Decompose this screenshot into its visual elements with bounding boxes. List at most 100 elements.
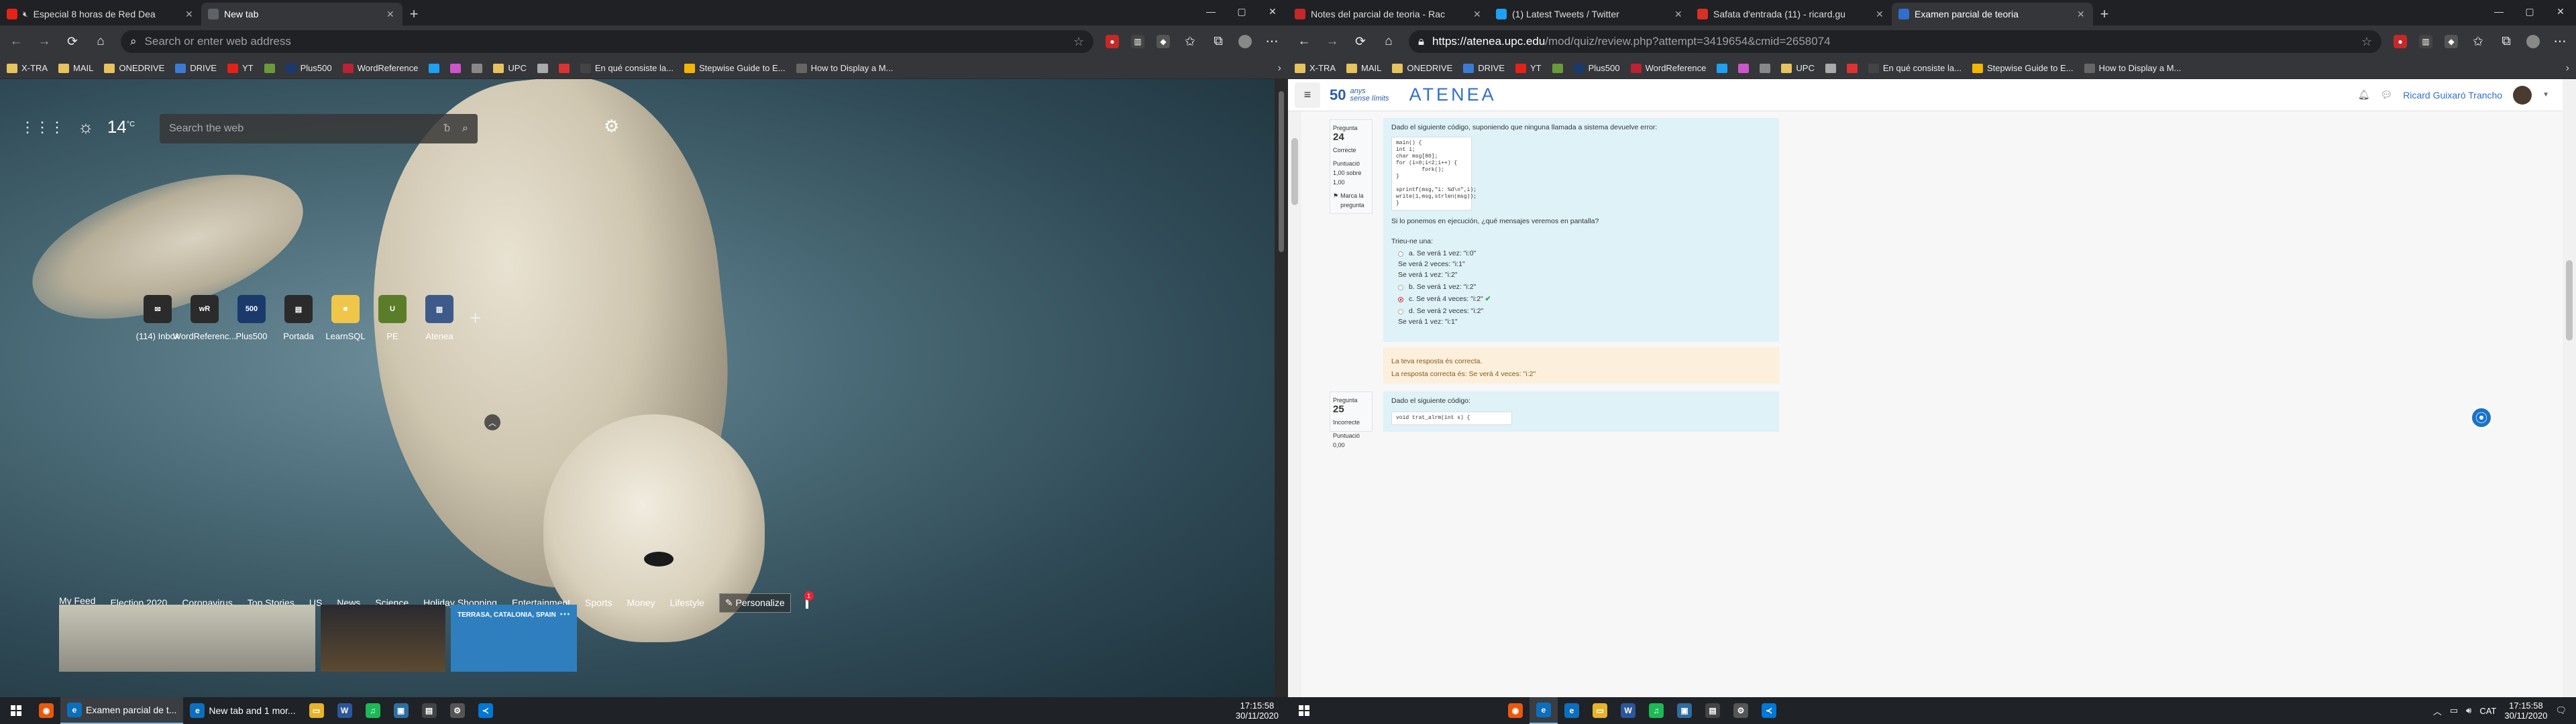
taskbar-app[interactable]: ≺	[1755, 697, 1783, 724]
flag-question[interactable]: ⚑ Marca la pregunta	[1333, 191, 1369, 210]
close-icon[interactable]: ✕	[1674, 9, 1684, 20]
taskbar-app[interactable]: ♫	[359, 697, 387, 724]
extension-icon[interactable]: ◆	[2445, 35, 2458, 48]
bookmark-item[interactable]: How to Display a M...	[2084, 63, 2181, 73]
forward-icon[interactable]: →	[1324, 34, 1340, 49]
bookmark-item[interactable]	[472, 63, 483, 73]
bookmark-item[interactable]: YT	[227, 63, 254, 73]
new-tab-button[interactable]: +	[402, 3, 425, 25]
feed-tab[interactable]: Money	[627, 597, 655, 608]
refresh-icon[interactable]: ⟳	[1352, 34, 1368, 50]
profile-avatar[interactable]	[2526, 35, 2540, 48]
bookmark-item[interactable]: En qué consiste la...	[1868, 63, 1962, 73]
answer-radio[interactable]	[1398, 285, 1403, 290]
answer-radio[interactable]	[1398, 251, 1403, 257]
answer-option[interactable]: b. Se verá 1 vez: "i:2"	[1398, 283, 1771, 291]
windows-start-button[interactable]	[0, 697, 32, 724]
close-icon[interactable]: ✕	[185, 9, 195, 20]
help-button[interactable]: ⦿	[2470, 406, 2493, 429]
feed-tab[interactable]: Sports	[585, 597, 612, 608]
taskbar-app[interactable]: ▤	[1699, 697, 1727, 724]
avatar[interactable]	[2513, 85, 2532, 105]
bookmark-item[interactable]: X-TRA	[1295, 63, 1336, 73]
bookmark-item[interactable]: DRIVE	[175, 63, 217, 73]
taskbar-app[interactable]: ◉	[1501, 697, 1529, 724]
bell-icon[interactable]: 🔔︎	[2358, 89, 2370, 101]
taskbar-app[interactable]: ⚙	[443, 697, 472, 724]
bookmark-item[interactable]	[450, 63, 462, 73]
vertical-scrollbar[interactable]	[2563, 79, 2576, 697]
home-icon[interactable]: ⌂	[93, 34, 109, 49]
drawer-scrollbar[interactable]	[1288, 111, 1301, 697]
bookmark-item[interactable]: En qué consiste la...	[580, 63, 674, 73]
quick-link[interactable]: U PE	[378, 295, 407, 341]
bookmark-item[interactable]: UPC	[493, 63, 527, 73]
taskbar-app[interactable]: ♫	[1642, 697, 1670, 724]
favorites-icon[interactable]: ✩	[2470, 34, 2486, 50]
answer-radio[interactable]	[1398, 297, 1403, 302]
bookmark-item[interactable]: UPC	[1781, 63, 1815, 73]
answer-option[interactable]: d. Se verá 2 veces: "i:2" Se verá 1 vez: …	[1398, 307, 1771, 326]
language-indicator[interactable]: CAT	[2479, 706, 2496, 716]
bookmark-item[interactable]: YT	[1515, 63, 1542, 73]
close-icon[interactable]: ✕	[2077, 9, 2086, 20]
quick-link[interactable]: ▤ Portada	[283, 295, 314, 341]
chevron-up-icon[interactable]: ︿	[2433, 705, 2442, 717]
browser-tab[interactable]: (1) Latest Tweets / Twitter ✕	[1489, 3, 1690, 25]
refresh-icon[interactable]: ⟳	[64, 34, 80, 50]
news-card[interactable]: TERRASA, CATALONIA, SPAIN ⋯	[451, 605, 577, 672]
chat-icon[interactable]: 💬︎	[2380, 89, 2392, 101]
answer-radio[interactable]	[1398, 309, 1403, 314]
news-card[interactable]	[321, 605, 445, 672]
bookmark-item[interactable]: MAIL	[58, 63, 93, 73]
scrollbar-thumb[interactable]	[1279, 91, 1284, 252]
bookmark-item[interactable]	[264, 63, 275, 73]
volume-icon[interactable]: 🔊︎	[2466, 705, 2471, 716]
browser-tab[interactable]: Safata d'entrada (11) - ricard.gu ✕	[1690, 3, 1892, 25]
bookmark-item[interactable]: How to Display a M...	[796, 63, 893, 73]
bookmark-item[interactable]	[1760, 63, 1771, 73]
new-tab-button[interactable]: +	[2093, 3, 2116, 25]
quick-link[interactable]: 500 Plus500	[236, 295, 268, 341]
personalize-button[interactable]: ✎ Personalize	[718, 593, 791, 613]
taskbar-app[interactable]: ▣	[387, 697, 415, 724]
extension-icon[interactable]: ▥	[1131, 35, 1144, 48]
back-icon[interactable]: ←	[8, 34, 24, 49]
scrollbar-thumb[interactable]	[1291, 138, 1298, 205]
quick-link[interactable]: wR WordReferenc...	[173, 295, 236, 341]
notifications-icon[interactable]: 🗨︎	[2555, 705, 2567, 716]
bookmark-item[interactable]: Plus500	[1573, 63, 1620, 73]
bookmark-item[interactable]	[429, 63, 440, 73]
browser-tab[interactable]: Examen parcial de teoria ✕	[1892, 3, 2093, 25]
favorite-star-icon[interactable]: ☆	[2361, 35, 2372, 49]
favorite-star-icon[interactable]: ☆	[1073, 35, 1084, 49]
bookmark-item[interactable]: ONEDRIVE	[104, 63, 164, 73]
bookmark-item[interactable]	[1552, 63, 1563, 73]
bookmark-item[interactable]: Plus500	[285, 63, 332, 73]
maximize-button[interactable]: ▢	[2514, 0, 2545, 23]
close-icon[interactable]: ✕	[1876, 9, 1885, 20]
quick-link[interactable]: ■ LearnSQL	[325, 295, 366, 341]
scrollbar-thumb[interactable]	[2566, 260, 2573, 341]
collections-icon[interactable]: ⧉	[2498, 34, 2514, 49]
forward-icon[interactable]: →	[36, 34, 52, 49]
menu-dots-icon[interactable]: ⋯	[2552, 34, 2568, 50]
clock[interactable]: 17:15:58 30/11/2020	[2504, 701, 2547, 721]
taskbar-app[interactable]: W	[1614, 697, 1642, 724]
upc-50-logo[interactable]: 50 anys sense límits	[1330, 86, 1389, 104]
taskbar-app[interactable]: ⚙	[1727, 697, 1755, 724]
address-bar[interactable]: 🔒︎ https://atenea.upc.edu/mod/quiz/revie…	[1409, 30, 2381, 53]
news-card[interactable]	[59, 605, 315, 672]
vertical-scrollbar[interactable]	[1275, 79, 1288, 697]
bookmark-item[interactable]	[1738, 63, 1750, 73]
bookmark-item[interactable]: MAIL	[1346, 63, 1381, 73]
taskbar-app[interactable]: ▭	[303, 697, 331, 724]
bookmark-item[interactable]: ONEDRIVE	[1392, 63, 1452, 73]
bookmark-item[interactable]	[1717, 63, 1728, 73]
answer-option[interactable]: a. Se verá 1 vez: "i:0" Se verá 2 veces: …	[1398, 249, 1771, 279]
collections-icon[interactable]: ⧉	[1210, 34, 1226, 49]
close-icon[interactable]: ✕	[386, 9, 396, 20]
profile-avatar[interactable]	[1238, 35, 1252, 48]
extension-icon[interactable]: ●	[1106, 35, 1119, 48]
bookmark-item[interactable]: X-TRA	[7, 63, 48, 73]
